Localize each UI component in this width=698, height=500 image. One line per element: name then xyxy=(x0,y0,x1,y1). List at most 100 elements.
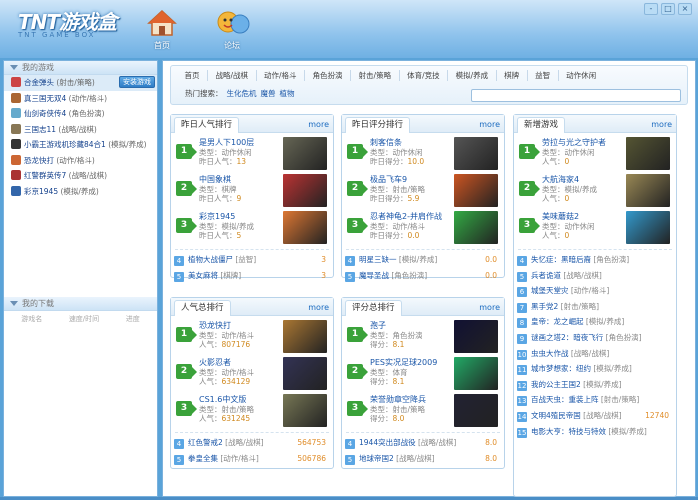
hot-search-link[interactable]: 魔兽 xyxy=(261,89,276,98)
game-list-item[interactable]: 小霸王游戏机珍藏84合1 (模拟/养成) xyxy=(4,137,157,153)
ranked-game-item[interactable]: 1 孢子 类型：角色扮演 得分：8.1 xyxy=(345,319,501,356)
game-name[interactable]: 黑手党2 xyxy=(531,302,558,311)
ranked-game-item[interactable]: 2 中国象棋 类型：棋牌 昨日人气：9 xyxy=(174,173,330,210)
ranked-row[interactable]: 14 文明4殖民帝国 [战略/战棋] 12740 xyxy=(517,408,673,424)
game-name[interactable]: 拳皇全集 xyxy=(188,454,218,463)
nav-home[interactable]: 首页 xyxy=(144,8,180,51)
game-thumbnail[interactable] xyxy=(454,394,498,427)
game-name[interactable]: 城堡天堂灾 xyxy=(531,286,569,295)
ranked-game-item[interactable]: 1 刺客信条 类型：动作休闲 昨日得分：10.0 xyxy=(345,136,501,173)
game-thumbnail[interactable] xyxy=(283,357,327,390)
game-thumbnail[interactable] xyxy=(283,174,327,207)
ranked-row[interactable]: 12 我的公主王国2 [模拟/养成] xyxy=(517,377,673,393)
minimize-button[interactable]: - xyxy=(644,3,658,15)
ranked-row[interactable]: 15 电影大亨：特技与特效 [模拟/养成] xyxy=(517,424,673,440)
game-name[interactable]: 红色警戒2 xyxy=(188,438,223,447)
ranked-row[interactable]: 9 谜画之塔2：暗夜飞行 [角色扮演] xyxy=(517,330,673,346)
hot-search-link[interactable]: 生化危机 xyxy=(227,89,257,98)
category-tab[interactable]: 射击/策略 xyxy=(351,69,400,81)
ranked-game-item[interactable]: 1 是男人下100层 类型：动作休闲 昨日人气：13 xyxy=(174,136,330,173)
game-list-item[interactable]: 仙剑奇侠传4 (角色扮演) xyxy=(4,106,157,122)
game-thumbnail[interactable] xyxy=(626,211,670,244)
category-tab[interactable]: 动作休闲 xyxy=(559,70,604,81)
game-name[interactable]: 城市梦想家：纽约 xyxy=(531,364,591,373)
ranked-game-item[interactable]: 3 CS1.6中文版 类型：射击/策略 人气：631245 xyxy=(174,393,330,430)
game-thumbnail[interactable] xyxy=(283,320,327,353)
game-name[interactable]: 我的公主王国2 xyxy=(531,380,581,389)
game-name[interactable]: 魔导圣战 xyxy=(359,271,389,280)
category-tab[interactable]: 益智 xyxy=(528,69,559,81)
game-thumbnail[interactable] xyxy=(454,211,498,244)
ranked-row[interactable]: 4 失忆症：黑暗后裔 [角色扮演] xyxy=(517,252,673,268)
category-tab[interactable]: 动作/格斗 xyxy=(257,69,306,81)
category-tab[interactable]: 模拟/养成 xyxy=(448,69,497,81)
ranked-game-item[interactable]: 2 PES实况足球2009 类型：体育 得分：8.1 xyxy=(345,356,501,393)
ranked-row[interactable]: 5 魔导圣战 [角色扮演] 0.0 xyxy=(345,268,501,284)
ranked-row[interactable]: 8 皇帝：龙之崛起 [模拟/养成] xyxy=(517,314,673,330)
ranked-row[interactable]: 10 虫虫大作战 [战略/战棋] xyxy=(517,346,673,362)
game-thumbnail[interactable] xyxy=(283,137,327,170)
game-list-item[interactable]: 真三国无双4 (动作/格斗) xyxy=(4,91,157,107)
game-list-item[interactable]: 恐龙快打 (动作/格斗) xyxy=(4,153,157,169)
category-tab[interactable]: 体育/竞技 xyxy=(400,69,449,81)
game-name[interactable]: 美女麻将 xyxy=(188,271,218,280)
game-name[interactable]: 皇帝：龙之崛起 xyxy=(531,317,584,326)
more-link[interactable]: more xyxy=(479,120,500,129)
ranked-row[interactable]: 4 明星三缺一 [模拟/养成] 0.0 xyxy=(345,252,501,268)
category-tab[interactable]: 角色扮演 xyxy=(305,69,352,81)
game-name[interactable]: 兵者诡道 xyxy=(531,271,561,280)
more-link[interactable]: more xyxy=(651,120,672,129)
ranked-game-item[interactable]: 3 美味蘑菇2 类型：动作休闲 人气：0 xyxy=(517,210,673,247)
maximize-button[interactable]: □ xyxy=(661,3,675,15)
game-name[interactable]: 失忆症：黑暗后裔 xyxy=(531,255,591,264)
panel-title[interactable]: 昨日评分排行 xyxy=(345,117,411,133)
ranked-game-item[interactable]: 1 恐龙快打 类型：动作/格斗 人气：807176 xyxy=(174,319,330,356)
category-tab[interactable]: 棋牌 xyxy=(497,69,528,81)
game-thumbnail[interactable] xyxy=(454,320,498,353)
game-thumbnail[interactable] xyxy=(454,357,498,390)
game-thumbnail[interactable] xyxy=(454,174,498,207)
game-name[interactable]: 明星三缺一 xyxy=(359,255,397,264)
ranked-game-item[interactable]: 2 极品飞车9 类型：射击/策略 昨日得分：5.9 xyxy=(345,173,501,210)
close-button[interactable]: × xyxy=(678,3,692,15)
game-thumbnail[interactable] xyxy=(283,394,327,427)
game-list-item[interactable]: 彩京1945 (模拟/养成) xyxy=(4,184,157,200)
game-list-item[interactable]: 红警群英传7 (战略/战棋) xyxy=(4,168,157,184)
panel-title[interactable]: 人气总排行 xyxy=(174,300,231,316)
ranked-row[interactable]: 5 拳皇全集 [动作/格斗] 506786 xyxy=(174,451,330,467)
game-thumbnail[interactable] xyxy=(283,211,327,244)
game-name[interactable]: 植物大战僵尸 xyxy=(188,255,233,264)
category-tab[interactable]: 首页 xyxy=(177,69,208,81)
ranked-row[interactable]: 4 植物大战僵尸 [益智] 3 xyxy=(174,252,330,268)
game-name[interactable]: 电影大亨：特技与特效 xyxy=(531,427,606,436)
ranked-row[interactable]: 11 城市梦想家：纽约 [模拟/养成] xyxy=(517,361,673,377)
game-name[interactable]: 谜画之塔2：暗夜飞行 xyxy=(531,333,603,342)
hot-search-link[interactable]: 植物 xyxy=(280,89,295,98)
game-thumbnail[interactable] xyxy=(454,137,498,170)
install-game-button[interactable]: 安装游戏 xyxy=(119,76,155,88)
game-list-item[interactable]: 三国志11 (战略/战棋) xyxy=(4,122,157,138)
ranked-game-item[interactable]: 3 彩京1945 类型：模拟/养成 昨日人气：5 xyxy=(174,210,330,247)
ranked-game-item[interactable]: 2 大航海家4 类型：模拟/养成 人气：0 xyxy=(517,173,673,210)
downloads-header[interactable]: 我的下载 xyxy=(4,297,157,311)
ranked-row[interactable]: 13 百战天虫：重装上阵 [射击/策略] xyxy=(517,392,673,408)
nav-forum[interactable]: 论坛 xyxy=(214,8,250,51)
category-tab[interactable]: 战略/战棋 xyxy=(208,69,257,81)
ranked-game-item[interactable]: 1 劳拉与光之守护者 类型：动作休闲 人气：0 xyxy=(517,136,673,173)
ranked-row[interactable]: 5 美女麻将 [棋牌] 3 xyxy=(174,268,330,284)
ranked-row[interactable]: 7 黑手党2 [射击/策略] xyxy=(517,299,673,315)
game-name[interactable]: 地球帝国2 xyxy=(359,454,394,463)
ranked-game-item[interactable]: 2 火影忍者 类型：动作/格斗 人气：634129 xyxy=(174,356,330,393)
panel-title[interactable]: 昨日人气排行 xyxy=(174,117,240,133)
ranked-row[interactable]: 6 城堡天堂灾 [动作/格斗] xyxy=(517,283,673,299)
ranked-game-item[interactable]: 3 忍者神龟2-并肩作战 类型：动作/格斗 昨日得分：0.0 xyxy=(345,210,501,247)
ranked-row[interactable]: 5 地球帝国2 [战略/战棋] 8.0 xyxy=(345,451,501,467)
search-input[interactable] xyxy=(471,89,681,102)
game-name[interactable]: 文明4殖民帝国 xyxy=(531,411,581,420)
more-link[interactable]: more xyxy=(308,120,329,129)
game-name[interactable]: 虫虫大作战 xyxy=(531,349,569,358)
more-link[interactable]: more xyxy=(479,303,500,312)
game-name[interactable]: 百战天虫：重装上阵 xyxy=(531,395,599,404)
ranked-game-item[interactable]: 3 荣誉勋章空降兵 类型：射击/策略 得分：8.0 xyxy=(345,393,501,430)
panel-title[interactable]: 评分总排行 xyxy=(345,300,402,316)
